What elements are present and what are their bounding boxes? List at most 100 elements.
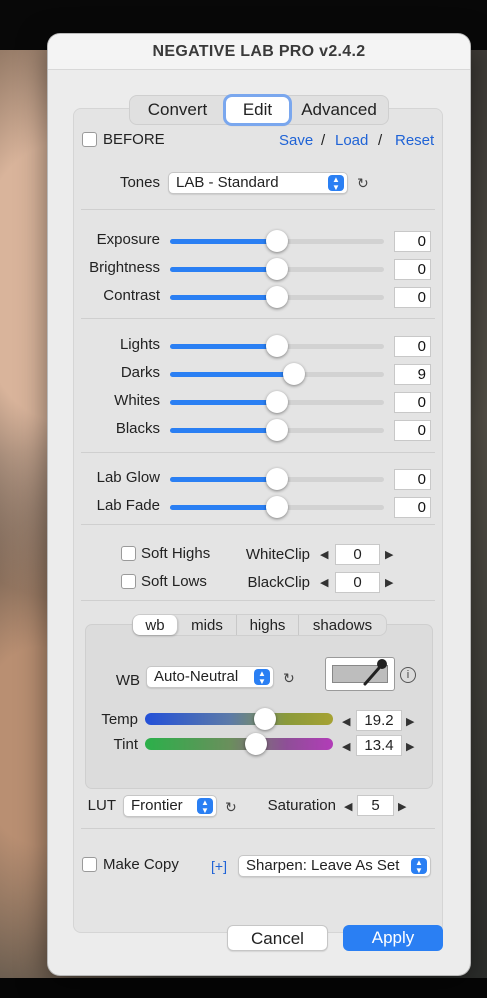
lut-label: LUT xyxy=(87,797,116,814)
make-copy-checkbox[interactable] xyxy=(82,857,97,872)
refresh-icon[interactable]: ↻ xyxy=(225,799,237,816)
nlp-dialog: NEGATIVE LAB PRO v2.4.2 Convert Edit Adv… xyxy=(48,34,470,975)
lut-select[interactable]: Frontier ▲ ▼ xyxy=(123,795,217,817)
divider xyxy=(81,524,435,525)
refresh-icon[interactable]: ↻ xyxy=(357,175,369,192)
contrast-label: Contrast xyxy=(103,287,160,304)
tint-decrement[interactable]: ◀ xyxy=(342,740,350,753)
refresh-icon[interactable]: ↻ xyxy=(283,670,295,687)
reset-link[interactable]: Reset xyxy=(395,132,434,149)
tint-value[interactable]: 13.4 xyxy=(356,735,402,756)
eyedropper-button[interactable] xyxy=(325,657,395,691)
lut-select-value: Frontier xyxy=(131,797,183,814)
contrast-slider-track[interactable] xyxy=(170,286,384,308)
eyedropper-icon xyxy=(363,659,387,686)
lab-glow-slider-track[interactable] xyxy=(170,468,384,490)
contrast-slider-thumb[interactable] xyxy=(266,286,288,308)
whites-slider-thumb[interactable] xyxy=(266,391,288,413)
blacks-slider-fill xyxy=(170,428,277,433)
divider xyxy=(81,318,435,319)
whites-slider-track[interactable] xyxy=(170,391,384,413)
lab-fade-slider-thumb[interactable] xyxy=(266,496,288,518)
lights-value[interactable]: 0 xyxy=(394,336,431,357)
soft-highs-label: Soft Highs xyxy=(141,545,211,562)
before-label: BEFORE xyxy=(103,131,165,148)
cancel-button[interactable]: Cancel xyxy=(227,925,328,951)
color-tabs: wb mids highs shadows xyxy=(132,614,387,636)
soft-lows-checkbox[interactable] xyxy=(121,574,136,589)
saturation-value[interactable]: 5 xyxy=(357,795,394,816)
lights-slider-thumb[interactable] xyxy=(266,335,288,357)
whites-value[interactable]: 0 xyxy=(394,392,431,413)
brightness-slider-track[interactable] xyxy=(170,258,384,280)
tint-slider-track[interactable] xyxy=(145,733,333,755)
tab-shadows[interactable]: shadows xyxy=(299,615,386,635)
saturation-increment[interactable]: ▶ xyxy=(398,800,406,813)
blackclip-increment[interactable]: ▶ xyxy=(385,576,393,589)
lab-fade-value[interactable]: 0 xyxy=(394,497,431,518)
temp-decrement[interactable]: ◀ xyxy=(342,715,350,728)
tab-edit[interactable]: Edit xyxy=(223,94,292,126)
tones-select[interactable]: LAB - Standard ▲ ▼ xyxy=(168,172,348,194)
tint-label: Tint xyxy=(113,736,138,753)
darks-slider-track[interactable] xyxy=(170,363,384,385)
darks-slider-thumb[interactable] xyxy=(283,363,306,385)
whiteclip-increment[interactable]: ▶ xyxy=(385,548,393,561)
lights-slider-track[interactable] xyxy=(170,335,384,357)
darks-value[interactable]: 9 xyxy=(394,364,431,385)
sharpen-select[interactable]: Sharpen: Leave As Set ▲ ▼ xyxy=(238,855,431,877)
main-tabs: Convert Edit Advanced xyxy=(129,94,389,126)
darks-label: Darks xyxy=(120,364,160,381)
brightness-slider-thumb[interactable] xyxy=(266,258,288,280)
tint-increment[interactable]: ▶ xyxy=(406,740,414,753)
blackclip-value[interactable]: 0 xyxy=(335,572,380,593)
whiteclip-decrement[interactable]: ◀ xyxy=(320,548,328,561)
tab-convert[interactable]: Convert xyxy=(130,96,225,124)
contrast-value[interactable]: 0 xyxy=(394,287,431,308)
whiteclip-value[interactable]: 0 xyxy=(335,544,380,565)
tab-wb[interactable]: wb xyxy=(133,615,178,635)
before-checkbox[interactable] xyxy=(82,132,97,147)
temp-value[interactable]: 19.2 xyxy=(356,710,402,731)
soft-lows-label: Soft Lows xyxy=(141,573,207,590)
contrast-slider-fill xyxy=(170,295,277,300)
saturation-decrement[interactable]: ◀ xyxy=(344,800,352,813)
blackclip-decrement[interactable]: ◀ xyxy=(320,576,328,589)
lights-label: Lights xyxy=(119,336,160,353)
wb-select[interactable]: Auto-Neutral ▲ ▼ xyxy=(146,666,274,688)
whites-slider-fill xyxy=(170,400,277,405)
lab-glow-slider-thumb[interactable] xyxy=(266,468,288,490)
tab-mids[interactable]: mids xyxy=(178,615,237,635)
chevron-updown-icon: ▲ ▼ xyxy=(254,669,270,686)
exposure-slider-track[interactable] xyxy=(170,230,384,252)
lab-glow-label: Lab Glow xyxy=(96,469,160,486)
temp-slider-track[interactable] xyxy=(145,708,333,730)
temp-label: Temp xyxy=(101,711,138,728)
saturation-label: Saturation xyxy=(267,797,336,814)
sharpen-select-value: Sharpen: Leave As Set xyxy=(246,857,400,874)
exposure-slider-thumb[interactable] xyxy=(266,230,288,252)
blacks-slider-thumb[interactable] xyxy=(266,419,288,441)
apply-button[interactable]: Apply xyxy=(343,925,443,951)
lab-glow-value[interactable]: 0 xyxy=(394,469,431,490)
wb-select-value: Auto-Neutral xyxy=(154,668,239,685)
tones-label: Tones xyxy=(119,174,160,191)
exposure-value[interactable]: 0 xyxy=(394,231,431,252)
tab-advanced[interactable]: Advanced xyxy=(290,96,388,124)
brightness-label: Brightness xyxy=(89,259,160,276)
soft-highs-checkbox[interactable] xyxy=(121,546,136,561)
brightness-value[interactable]: 0 xyxy=(394,259,431,280)
lab-fade-slider-track[interactable] xyxy=(170,496,384,518)
blacks-slider-track[interactable] xyxy=(170,419,384,441)
exposure-slider-fill xyxy=(170,239,277,244)
divider xyxy=(81,600,435,601)
temp-increment[interactable]: ▶ xyxy=(406,715,414,728)
save-link[interactable]: Save xyxy=(279,132,313,149)
load-link[interactable]: Load xyxy=(335,132,368,149)
lab-fade-label: Lab Fade xyxy=(96,497,160,514)
tab-highs[interactable]: highs xyxy=(237,615,299,635)
tint-slider-thumb[interactable] xyxy=(244,733,267,755)
info-icon[interactable]: i xyxy=(400,667,416,683)
add-button[interactable]: [+] xyxy=(211,858,227,874)
blacks-value[interactable]: 0 xyxy=(394,420,431,441)
